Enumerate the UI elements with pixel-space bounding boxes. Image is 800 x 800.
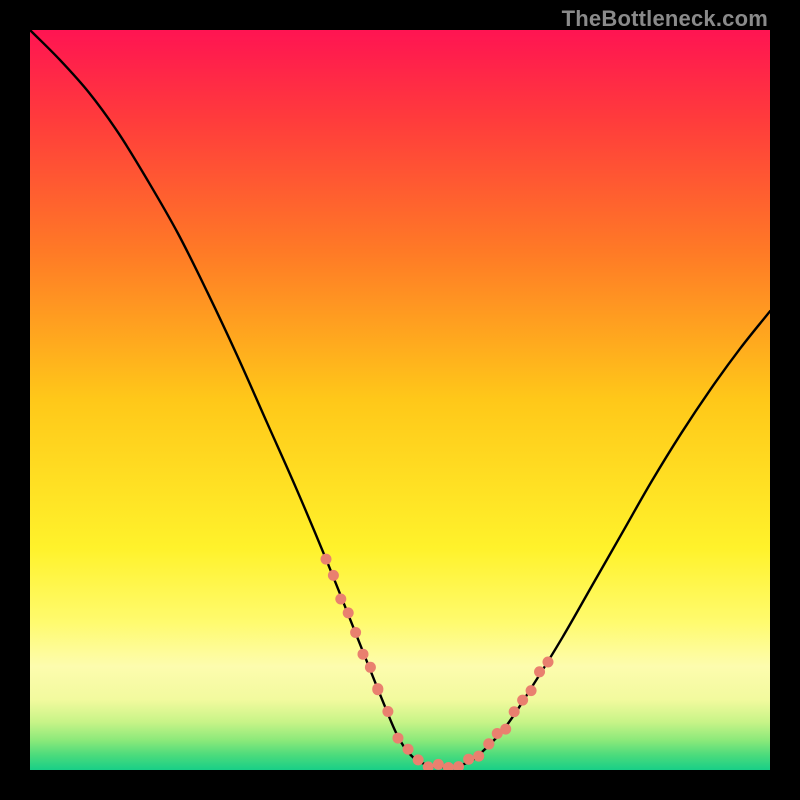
highlight-dot [534,666,545,677]
highlight-dot [473,751,484,762]
highlight-dot [358,649,369,660]
highlight-dot [382,706,393,717]
chart-frame [30,30,770,770]
watermark-text: TheBottleneck.com [562,6,768,32]
highlight-dot [343,607,354,618]
highlight-dot [463,754,474,765]
highlight-dot [335,594,346,605]
highlight-dot [443,762,454,770]
highlight-dot [517,695,528,706]
highlight-dot [328,570,339,581]
highlight-dot [543,656,554,667]
highlight-dot [321,554,332,565]
highlight-dot [483,739,494,750]
highlight-dot [403,744,414,755]
highlight-dot [350,627,361,638]
highlight-dot [365,662,376,673]
highlight-dot [526,685,537,696]
highlight-dot [453,761,464,770]
chart-plot [30,30,770,770]
highlight-dot [433,759,444,770]
highlight-dot [509,706,520,717]
highlight-dot [392,733,403,744]
highlight-dot [500,724,511,735]
bottleneck-curve [30,30,770,767]
highlight-dot [372,683,383,694]
highlight-dots [321,554,554,770]
highlight-dot [413,754,424,765]
